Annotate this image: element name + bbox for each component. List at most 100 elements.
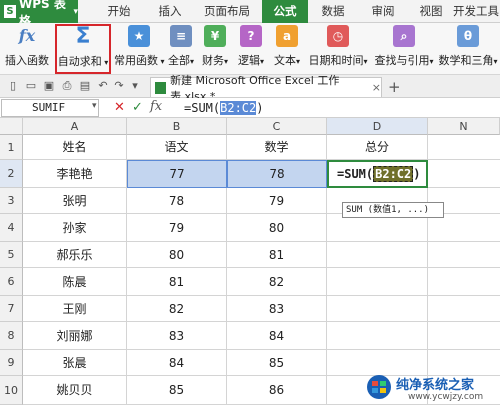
row-header-8[interactable]: 8 bbox=[0, 322, 23, 350]
column-header-n[interactable]: N bbox=[428, 118, 500, 135]
tab-developer[interactable]: 开发工具 bbox=[452, 0, 500, 23]
cell-math-score[interactable]: 82 bbox=[227, 268, 327, 296]
cancel-entry-icon[interactable]: ✕ bbox=[114, 100, 125, 115]
tab-insert[interactable]: 插入 bbox=[150, 0, 190, 23]
row-header-4[interactable]: 4 bbox=[0, 214, 23, 242]
cell-math-score[interactable]: 81 bbox=[227, 242, 327, 268]
cell-total[interactable] bbox=[327, 268, 428, 296]
insert-function-button[interactable]: fx 插入函数 bbox=[4, 25, 50, 73]
cell-empty[interactable] bbox=[428, 268, 500, 296]
spreadsheet-grid[interactable]: A B C D N 1 姓名 语文 数学 总分 2 李艳艳 77 78 =SUM… bbox=[0, 118, 500, 405]
tab-review[interactable]: 审阅 bbox=[360, 0, 406, 23]
tab-data[interactable]: 数据 bbox=[308, 0, 358, 23]
common-functions-button[interactable]: ★ 常用函数 ▾ bbox=[114, 25, 165, 73]
lookup-reference-button[interactable]: ⌕ 查找与引用▾ bbox=[372, 25, 436, 73]
cell-math-score[interactable]: 85 bbox=[227, 350, 327, 376]
row-header-1[interactable]: 1 bbox=[0, 135, 23, 160]
print-preview-icon[interactable]: ▤ bbox=[78, 79, 92, 93]
cell-empty[interactable] bbox=[428, 350, 500, 376]
cell-chinese-score[interactable]: 81 bbox=[127, 268, 227, 296]
cell-chinese-score[interactable]: 77 bbox=[127, 160, 227, 188]
cell-name[interactable]: 李艳艳 bbox=[23, 160, 127, 188]
cell-name[interactable]: 王刚 bbox=[23, 296, 127, 322]
cell-name[interactable]: 张晨 bbox=[23, 350, 127, 376]
text-functions-label: 文本▾ bbox=[273, 54, 300, 67]
cell-name[interactable]: 陈晨 bbox=[23, 268, 127, 296]
header-total[interactable]: 总分 bbox=[327, 135, 428, 160]
cell-total[interactable] bbox=[327, 296, 428, 322]
cell-empty[interactable] bbox=[428, 160, 500, 188]
cell-math-score[interactable]: 80 bbox=[227, 214, 327, 242]
cell-math-score[interactable]: 86 bbox=[227, 376, 327, 405]
math-trig-button[interactable]: θ 数学和三角▾ bbox=[436, 25, 500, 73]
print-icon[interactable]: ⎙ bbox=[60, 79, 74, 93]
header-math[interactable]: 数学 bbox=[227, 135, 327, 160]
cell-math-score[interactable]: 84 bbox=[227, 322, 327, 350]
cell-chinese-score[interactable]: 83 bbox=[127, 322, 227, 350]
select-all-corner[interactable] bbox=[0, 118, 23, 135]
cell-chinese-score[interactable]: 82 bbox=[127, 296, 227, 322]
row-header-9[interactable]: 9 bbox=[0, 350, 23, 376]
cell-empty[interactable] bbox=[428, 214, 500, 242]
cell-name[interactable]: 刘丽娜 bbox=[23, 322, 127, 350]
date-time-functions-button[interactable]: ◷ 日期和时间▾ bbox=[306, 25, 370, 73]
cell-name[interactable]: 张明 bbox=[23, 188, 127, 214]
document-tab[interactable]: 新建 Microsoft Office Excel 工作表.xlsx * × bbox=[150, 74, 382, 103]
name-box[interactable]: SUMIF bbox=[1, 99, 99, 117]
finance-functions-button[interactable]: ¥ 财务▾ bbox=[200, 25, 230, 73]
cell-chinese-score[interactable]: 85 bbox=[127, 376, 227, 405]
save-icon[interactable]: ▣ bbox=[42, 79, 56, 93]
column-header-b[interactable]: B bbox=[127, 118, 227, 135]
column-header-d[interactable]: D bbox=[327, 118, 428, 135]
cell-name[interactable]: 姚贝贝 bbox=[23, 376, 127, 405]
autosum-button[interactable]: Σ 自动求和 ▾ bbox=[55, 24, 111, 74]
cell-math-score[interactable]: 79 bbox=[227, 188, 327, 214]
app-menu-button[interactable]: S WPS 表格 ▾ bbox=[0, 0, 78, 28]
row-header-2[interactable]: 2 bbox=[0, 160, 23, 188]
column-header-a[interactable]: A bbox=[23, 118, 127, 135]
close-tab-icon[interactable]: × bbox=[372, 81, 381, 94]
column-header-c[interactable]: C bbox=[227, 118, 327, 135]
open-file-icon[interactable]: ▭ bbox=[24, 79, 38, 93]
cell-name[interactable]: 孙家 bbox=[23, 214, 127, 242]
cell-empty[interactable] bbox=[428, 135, 500, 160]
cell-empty[interactable] bbox=[428, 322, 500, 350]
cell-total[interactable] bbox=[327, 214, 428, 242]
cell-total[interactable] bbox=[327, 350, 428, 376]
cell-empty[interactable] bbox=[428, 296, 500, 322]
cell-chinese-score[interactable]: 78 bbox=[127, 188, 227, 214]
tab-home[interactable]: 开始 bbox=[98, 0, 140, 23]
tab-view[interactable]: 视图 bbox=[408, 0, 454, 23]
row-header-6[interactable]: 6 bbox=[0, 268, 23, 296]
logic-functions-button[interactable]: ? 逻辑▾ bbox=[236, 25, 266, 73]
cell-total[interactable] bbox=[327, 322, 428, 350]
redo-icon[interactable]: ↷ bbox=[112, 79, 126, 93]
cell-total[interactable] bbox=[327, 242, 428, 268]
cell-name[interactable]: 郝乐乐 bbox=[23, 242, 127, 268]
insert-function-fx-icon[interactable]: fx bbox=[150, 99, 162, 114]
cell-chinese-score[interactable]: 80 bbox=[127, 242, 227, 268]
cell-chinese-score[interactable]: 79 bbox=[127, 214, 227, 242]
tab-page-layout[interactable]: 页面布局 bbox=[196, 0, 258, 23]
row-header-5[interactable]: 5 bbox=[0, 242, 23, 268]
row-header-7[interactable]: 7 bbox=[0, 296, 23, 322]
text-functions-button[interactable]: a 文本▾ bbox=[272, 25, 302, 73]
cell-chinese-score[interactable]: 84 bbox=[127, 350, 227, 376]
cell-math-score[interactable]: 78 bbox=[227, 160, 327, 188]
new-file-icon[interactable]: ▯ bbox=[6, 79, 20, 93]
row-header-3[interactable]: 3 bbox=[0, 188, 23, 214]
header-chinese[interactable]: 语文 bbox=[127, 135, 227, 160]
header-name[interactable]: 姓名 bbox=[23, 135, 127, 160]
add-tab-icon[interactable]: + bbox=[388, 78, 401, 96]
formula-input[interactable]: =SUM(B2:C2) bbox=[184, 99, 498, 117]
undo-icon[interactable]: ↶ bbox=[96, 79, 110, 93]
customize-chevron-icon[interactable]: ▾ bbox=[128, 79, 142, 93]
editing-cell-total[interactable]: =SUM(B2:C2) bbox=[327, 160, 428, 188]
name-box-chevron-icon[interactable]: ▾ bbox=[92, 101, 97, 111]
row-header-10[interactable]: 10 bbox=[0, 376, 23, 405]
cell-empty[interactable] bbox=[428, 242, 500, 268]
cell-math-score[interactable]: 83 bbox=[227, 296, 327, 322]
tab-formulas[interactable]: 公式 bbox=[262, 0, 308, 23]
all-functions-button[interactable]: ≡ 全部▾ bbox=[166, 25, 196, 73]
confirm-entry-icon[interactable]: ✓ bbox=[132, 100, 143, 115]
